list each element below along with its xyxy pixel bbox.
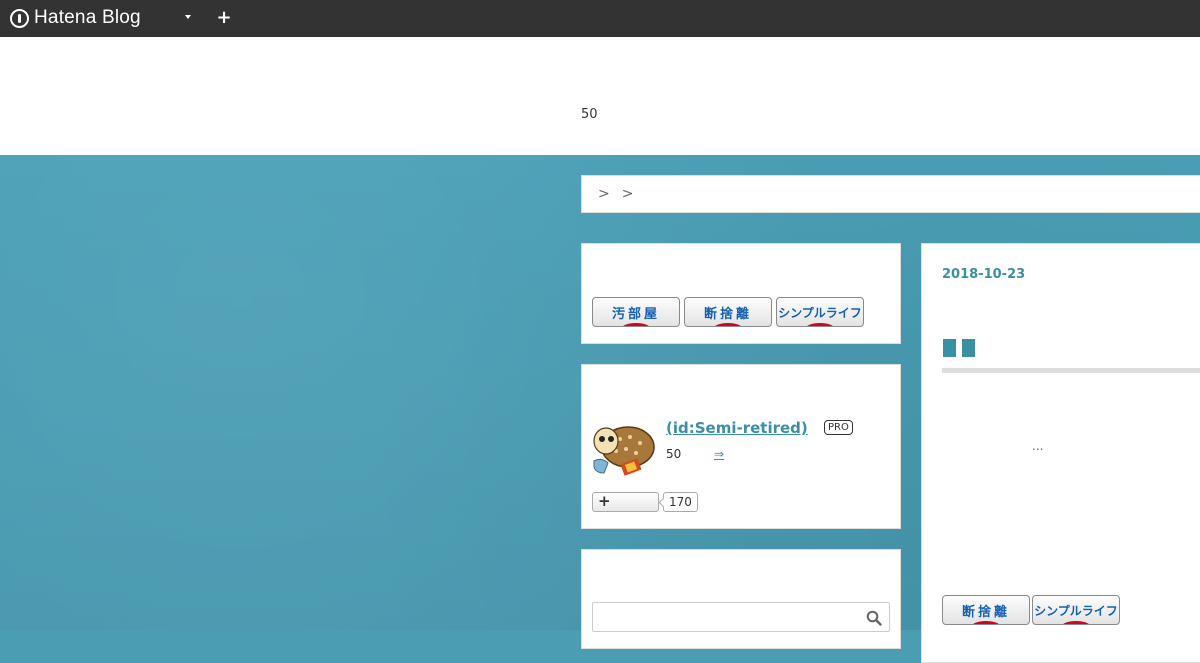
plus-icon[interactable]: + bbox=[215, 9, 233, 27]
banner-simple-life[interactable]: シンプルライフ bbox=[776, 297, 864, 327]
banner-danshari[interactable]: 断捨離 bbox=[942, 595, 1030, 625]
hatena-topbar: Hatena Blog + bbox=[0, 0, 1200, 37]
banner-simple-life[interactable]: シンプルライフ bbox=[1032, 595, 1120, 625]
avatar[interactable] bbox=[592, 417, 656, 481]
title-glyph bbox=[943, 339, 956, 357]
profile-name-link[interactable]: (id:Semi-retired) bbox=[666, 419, 808, 437]
breadcrumb-separator: > bbox=[621, 186, 634, 202]
breadcrumb: > > bbox=[581, 175, 1200, 213]
article-entry: 2018-10-23 ... 断捨離 シンプルライフ bbox=[921, 243, 1200, 663]
pro-badge: PRO bbox=[824, 420, 853, 435]
sidebar-search-module bbox=[581, 549, 901, 649]
brand-name: Hatena Blog bbox=[34, 7, 141, 28]
banner-danshari[interactable]: 断捨離 bbox=[684, 297, 772, 327]
entry-title[interactable] bbox=[943, 339, 975, 357]
entry-ranking-banners: 断捨離 シンプルライフ bbox=[942, 595, 1120, 625]
blog-description: 50 bbox=[581, 107, 598, 122]
search-icon[interactable] bbox=[866, 610, 882, 626]
hatena-logo-icon bbox=[10, 8, 29, 28]
blog-ranking-banners: 汚部屋 断捨離 シンプルライフ bbox=[592, 297, 864, 327]
profile-more-link[interactable]: ⇒ bbox=[714, 447, 724, 461]
plus-icon: + bbox=[598, 492, 611, 510]
entry-excerpt: ... bbox=[1032, 439, 1044, 453]
entry-date[interactable]: 2018-10-23 bbox=[942, 267, 1025, 282]
search-input[interactable] bbox=[592, 602, 890, 632]
profile-description: 50 bbox=[666, 447, 682, 461]
banner-obeya[interactable]: 汚部屋 bbox=[592, 297, 680, 327]
hatena-blog-logo[interactable]: Hatena Blog bbox=[10, 6, 141, 30]
breadcrumb-separator: > bbox=[598, 186, 610, 202]
title-divider bbox=[942, 368, 1200, 373]
follow-button[interactable]: + bbox=[592, 492, 659, 512]
sidebar-profile-module: (id:Semi-retired) PRO 50 ⇒ + 170 bbox=[581, 364, 901, 529]
chevron-down-icon[interactable] bbox=[185, 15, 191, 19]
title-glyph bbox=[962, 339, 975, 357]
follower-count: 170 bbox=[663, 492, 698, 512]
blog-header: 50 bbox=[0, 37, 1200, 155]
sidebar-banners-module: 汚部屋 断捨離 シンプルライフ bbox=[581, 243, 901, 344]
